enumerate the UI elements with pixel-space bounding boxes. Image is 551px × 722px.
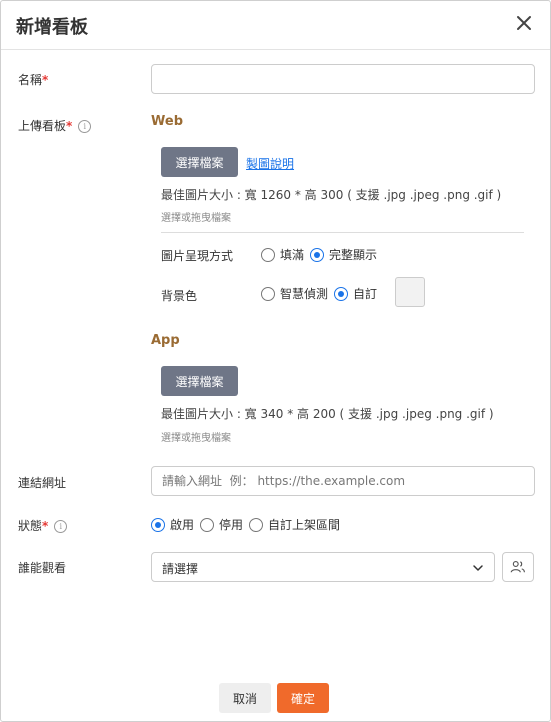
dialog: 新增看板 名稱* 上傳看板* i Web 選擇檔案 製圖說明 最佳圖片大小 : 寬… [0,0,551,722]
upload-label: 上傳看板* i [18,117,92,134]
users-icon [510,561,525,573]
display-mode-label: 圖片呈現方式 [161,249,234,263]
link-url-label: 連結網址 [18,476,67,490]
info-icon[interactable]: i [54,520,68,533]
status-enabled-option[interactable]: 啟用 [151,516,194,533]
bg-color-group: 智慧偵測 自訂 [261,285,383,302]
viewer-select[interactable]: 請選擇 [151,552,495,582]
web-drag-hint: 選擇或拖曳檔案 [161,213,231,224]
radio-icon[interactable] [200,517,215,532]
name-label: 名稱* [18,73,49,87]
app-choose-file-button[interactable]: 選擇檔案 [161,366,238,396]
dialog-title: 新增看板 [16,17,88,38]
name-field-box [151,64,535,94]
link-url-input[interactable] [152,467,534,495]
display-mode-full-option[interactable]: 完整顯示 [310,246,377,263]
link-url-box [151,466,535,496]
guide-link[interactable]: 製圖說明 [246,155,294,172]
close-icon[interactable] [512,11,536,35]
web-section-title: Web [151,114,183,129]
dialog-header: 新增看板 [1,1,550,50]
divider [161,232,524,233]
app-section-title: App [151,333,180,348]
app-size-hint: 最佳圖片大小 : 寬 340 * 高 200 ( 支援 .jpg .jpeg .… [161,407,494,421]
chevron-down-icon [473,565,483,571]
radio-selected-icon[interactable] [310,247,325,262]
status-custom-period-option[interactable]: 自訂上架區間 [249,516,340,533]
bg-color-label: 背景色 [161,289,198,303]
web-size-hint: 最佳圖片大小 : 寬 1260 * 高 300 ( 支援 .jpg .jpeg … [161,188,502,202]
viewer-label: 誰能觀看 [18,561,67,575]
display-mode-fill-option[interactable]: 填滿 [261,246,304,263]
display-mode-group: 填滿 完整顯示 [261,246,383,263]
bg-custom-option[interactable]: 自訂 [334,285,377,302]
color-swatch[interactable] [395,277,425,307]
status-label: 狀態* i [18,517,68,534]
web-choose-file-button[interactable]: 選擇檔案 [161,147,238,177]
name-input[interactable] [152,65,534,93]
confirm-button[interactable]: 確定 [277,683,329,713]
info-icon[interactable]: i [78,120,92,133]
radio-selected-icon[interactable] [334,286,349,301]
app-drag-hint: 選擇或拖曳檔案 [161,433,231,444]
radio-icon[interactable] [261,247,275,262]
radio-selected-icon[interactable] [151,517,165,532]
viewer-select-value: 請選擇 [162,562,199,576]
status-disabled-option[interactable]: 停用 [200,516,243,533]
radio-icon[interactable] [261,286,275,301]
status-group: 啟用 停用 自訂上架區間 [151,516,346,533]
radio-icon[interactable] [249,517,264,532]
cancel-button[interactable]: 取消 [219,683,271,713]
user-group-button[interactable] [502,552,534,582]
bg-smart-detect-option[interactable]: 智慧偵測 [261,285,328,302]
